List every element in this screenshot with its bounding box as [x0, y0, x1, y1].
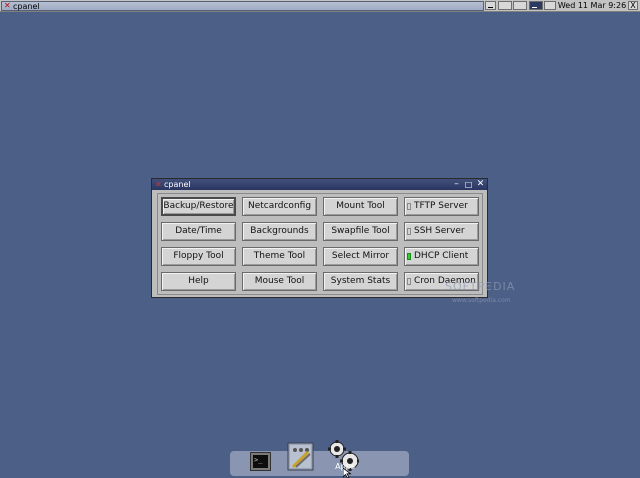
- button-grid: Backup/Restore Netcardconfig Mount Tool …: [157, 193, 483, 295]
- mouse-tool-button[interactable]: Mouse Tool: [242, 272, 317, 291]
- top-taskbar: ✕ cpanel Wed 11 Mar 9:26 X: [0, 0, 640, 12]
- dhcp-client-toggle[interactable]: DHCP Client: [404, 247, 479, 266]
- mount-tool-button[interactable]: Mount Tool: [323, 197, 398, 216]
- desktop-pager-3[interactable]: [529, 1, 543, 10]
- window-titlebar[interactable]: ✕ cpanel – □ ✕: [152, 179, 487, 190]
- taskbar-close-button[interactable]: X: [628, 1, 638, 10]
- window-title: cpanel: [164, 180, 191, 189]
- tftp-server-indicator: [407, 203, 411, 210]
- ssh-server-label: SSH Server: [414, 226, 465, 236]
- close-button[interactable]: ✕: [476, 180, 485, 189]
- select-mirror-button[interactable]: Select Mirror: [323, 247, 398, 266]
- maximize-button[interactable]: □: [464, 180, 473, 189]
- desktop-pager-4[interactable]: [544, 1, 556, 10]
- clock: Wed 11 Mar 9:26: [557, 1, 627, 10]
- ssh-server-indicator: [407, 228, 411, 235]
- watermark-url: www.softpedia.com: [452, 297, 511, 304]
- terminal-icon[interactable]: [250, 452, 271, 471]
- swapfile-tool-button[interactable]: Swapfile Tool: [323, 222, 398, 241]
- desktop-pager-2[interactable]: [513, 1, 527, 10]
- desktop-pager-1[interactable]: [498, 1, 512, 10]
- dhcp-client-label: DHCP Client: [414, 251, 469, 261]
- taskbar-task-cpanel[interactable]: ✕ cpanel: [1, 1, 484, 11]
- x-logo-icon: ✕: [4, 1, 11, 10]
- tftp-server-label: TFTP Server: [414, 201, 468, 211]
- taskbar-task-label: cpanel: [13, 2, 40, 11]
- minimize-button[interactable]: –: [452, 180, 461, 189]
- mouse-cursor-icon: [343, 468, 352, 478]
- netcardconfig-button[interactable]: Netcardconfig: [242, 197, 317, 216]
- settings-icon[interactable]: [287, 442, 314, 471]
- cron-daemon-indicator: [407, 278, 411, 285]
- floppy-tool-button[interactable]: Floppy Tool: [161, 247, 236, 266]
- window-x-logo-icon: ✕: [155, 180, 162, 189]
- date-time-button[interactable]: Date/Time: [161, 222, 236, 241]
- help-button[interactable]: Help: [161, 272, 236, 291]
- watermark: SOFTPEDIA: [445, 280, 516, 293]
- taskbar-minimize-button[interactable]: [485, 1, 496, 10]
- backgrounds-button[interactable]: Backgrounds: [242, 222, 317, 241]
- dhcp-client-indicator: [407, 253, 411, 260]
- tftp-server-toggle[interactable]: TFTP Server: [404, 197, 479, 216]
- system-stats-button[interactable]: System Stats: [323, 272, 398, 291]
- backup-restore-button[interactable]: Backup/Restore: [161, 197, 236, 216]
- cpanel-window: ✕ cpanel – □ ✕ Backup/Restore Netcardcon…: [151, 178, 488, 298]
- ssh-server-toggle[interactable]: SSH Server: [404, 222, 479, 241]
- theme-tool-button[interactable]: Theme Tool: [242, 247, 317, 266]
